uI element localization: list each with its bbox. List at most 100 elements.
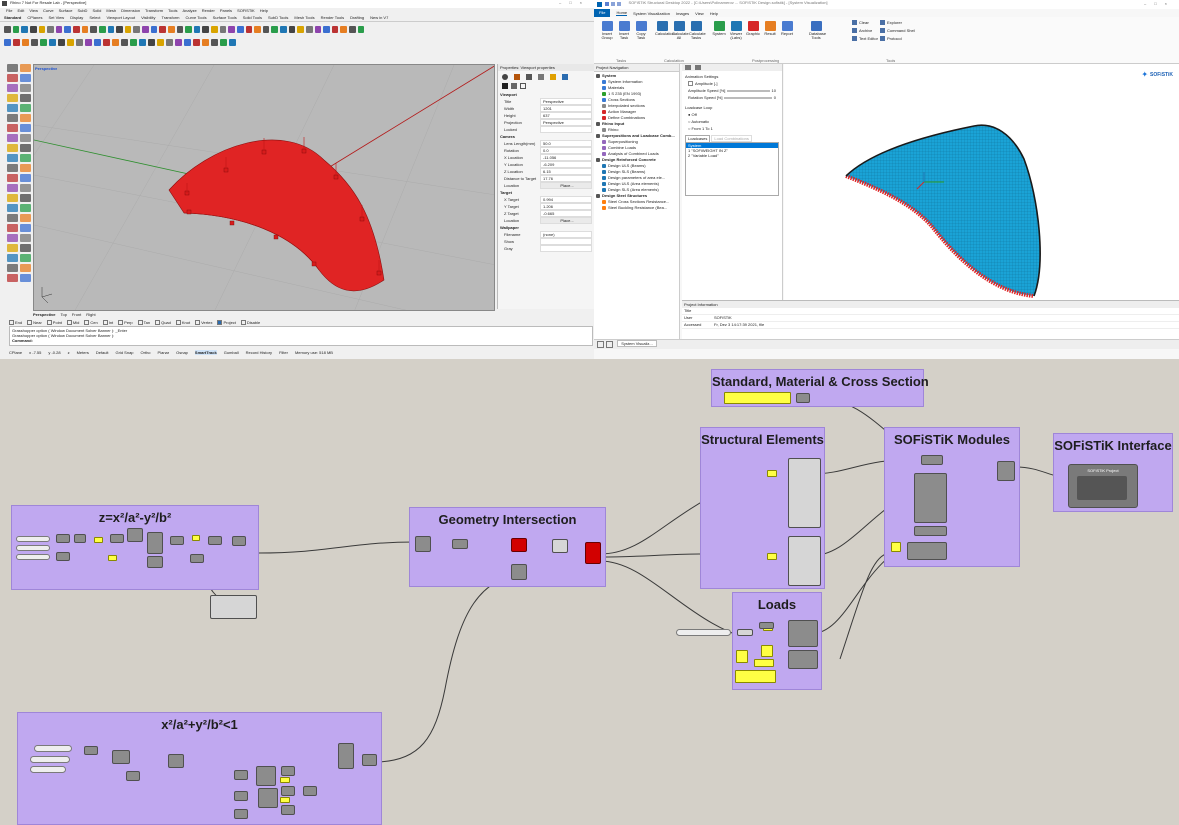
tool-icon[interactable] xyxy=(271,25,278,33)
camera-prop-value[interactable]: 6.15 xyxy=(540,168,592,175)
sofistik-3d-view[interactable]: ✦ SOFiSTiK xyxy=(784,64,1179,300)
tool-icon[interactable] xyxy=(331,25,339,33)
tool-icon[interactable] xyxy=(21,25,28,33)
load-param-5[interactable] xyxy=(735,670,776,683)
amp-speed-slider[interactable] xyxy=(727,89,770,92)
tool-icon[interactable] xyxy=(107,25,115,33)
left-tool-icon[interactable] xyxy=(20,64,31,72)
tree-item-steel-buckling-resistance-bea[interactable]: Steel Buckling Resistance (Bea... xyxy=(596,205,677,211)
left-tool-icon[interactable] xyxy=(7,214,18,222)
menu-transform[interactable]: Transform xyxy=(145,8,163,15)
boundary-node-11[interactable] xyxy=(234,791,248,801)
left-tool-icon[interactable] xyxy=(20,184,31,192)
camera-prop-value[interactable]: -11.056 xyxy=(540,154,592,161)
tool-icon[interactable] xyxy=(58,38,65,46)
boundary-node-10[interactable] xyxy=(234,770,248,780)
left-tool-icon[interactable] xyxy=(20,94,31,102)
osnap-checkbox[interactable] xyxy=(9,320,14,326)
toolbar-tab-subd-tools[interactable]: SubD Tools xyxy=(268,15,288,21)
menu-mesh[interactable]: Mesh xyxy=(106,8,116,15)
status-meters[interactable]: Meters xyxy=(77,350,89,355)
surface-param-1[interactable] xyxy=(94,537,103,543)
left-tool-icon[interactable] xyxy=(20,204,31,212)
tab-load-combinations[interactable]: Load Combinations xyxy=(711,135,752,142)
toolbar-tab-standard[interactable]: Standard xyxy=(4,15,21,21)
left-tool-icon[interactable] xyxy=(20,84,31,92)
toolbar-tab-set-view[interactable]: Set View xyxy=(48,15,64,21)
tool-icon[interactable] xyxy=(202,38,209,46)
boundary-node-6[interactable] xyxy=(258,788,278,808)
menu-solid[interactable]: Solid xyxy=(92,8,101,15)
menu-curve[interactable]: Curve xyxy=(43,8,54,15)
camera-icon[interactable] xyxy=(502,83,508,89)
menu-render[interactable]: Render xyxy=(202,8,215,15)
tool-icon[interactable] xyxy=(175,38,182,46)
slider-a[interactable] xyxy=(16,536,50,542)
ribbon-protocol[interactable]: Protocol xyxy=(880,36,902,41)
menu-edit[interactable]: Edit xyxy=(17,8,24,15)
area-load-component[interactable] xyxy=(788,620,818,647)
wallpaper-prop-value[interactable] xyxy=(540,238,592,245)
camera-prop-value[interactable]: 17.76 xyxy=(540,175,592,182)
geom-node-1[interactable] xyxy=(452,539,468,549)
window-controls-icon[interactable]: –□× xyxy=(559,0,590,5)
tool-icon[interactable] xyxy=(98,25,106,33)
ribbon-explorer[interactable]: Explorer xyxy=(880,20,902,25)
tool-icon[interactable] xyxy=(193,25,201,33)
undo-icon[interactable] xyxy=(611,2,616,6)
surface-preview-panel[interactable] xyxy=(210,595,257,619)
amplitude-row[interactable]: Amplitude [-] xyxy=(682,80,782,87)
status-cplane[interactable]: CPlane xyxy=(9,350,22,355)
status-x-7-55[interactable]: x -7.55 xyxy=(29,350,41,355)
tool-icon[interactable] xyxy=(31,38,38,46)
toolbar-tab-solid-tools[interactable]: Solid Tools xyxy=(243,15,262,21)
status-memory-use-518-mb[interactable]: Memory use: 518 MB xyxy=(295,350,333,355)
ribbon-system[interactable]: System xyxy=(712,21,726,36)
tool-icon[interactable] xyxy=(193,38,200,46)
left-tool-icon[interactable] xyxy=(7,174,18,182)
left-tool-icon[interactable] xyxy=(7,274,18,282)
tool-icon[interactable] xyxy=(22,38,29,46)
viewport-tab-top[interactable]: Top xyxy=(60,312,66,318)
rot-speed-value[interactable]: 0 xyxy=(774,95,776,100)
tool-icon[interactable] xyxy=(211,38,218,46)
boundary-node-13[interactable] xyxy=(303,786,317,796)
left-tool-icon[interactable] xyxy=(7,194,18,202)
menu-subd[interactable]: SubD xyxy=(77,8,87,15)
toolbar-tab-transform[interactable]: Transform xyxy=(161,15,179,21)
tool-icon[interactable] xyxy=(184,38,191,46)
tool-icon[interactable] xyxy=(90,25,97,33)
slider-c[interactable] xyxy=(16,554,50,560)
tool-icon[interactable] xyxy=(4,38,11,46)
target-prop-value[interactable]: 0.994 xyxy=(540,196,592,203)
module-component-1[interactable] xyxy=(921,455,943,465)
viewport-tab-perspective[interactable]: Perspective xyxy=(33,312,55,318)
projinfo-value[interactable]: Fr, Dez 3 14:17:39 2021, file xyxy=(714,322,764,328)
sofi-tab-file[interactable]: File xyxy=(594,9,611,17)
tool-icon[interactable] xyxy=(94,38,101,46)
list-icon[interactable] xyxy=(685,65,691,70)
left-tool-icon[interactable] xyxy=(20,114,31,122)
viewport-prop-value[interactable]: Perspective xyxy=(540,119,592,126)
status-filter[interactable]: Filter xyxy=(279,350,288,355)
left-tool-icon[interactable] xyxy=(20,274,31,282)
tool-icon[interactable] xyxy=(76,38,83,46)
view-toggle-icon[interactable] xyxy=(597,341,604,348)
osnap-checkbox[interactable] xyxy=(195,320,201,326)
left-tool-icon[interactable] xyxy=(7,84,18,92)
left-tool-icon[interactable] xyxy=(20,234,31,242)
ribbon-calculate-tasks[interactable]: Calculate Tasks xyxy=(689,21,706,40)
load-param-4[interactable] xyxy=(754,659,774,667)
tool-icon[interactable] xyxy=(40,38,47,46)
viewport-prop-value[interactable]: 637 xyxy=(540,112,592,119)
tool-icon[interactable] xyxy=(314,25,322,33)
module-component-4[interactable] xyxy=(907,542,947,560)
boundary-node-3[interactable] xyxy=(126,771,140,781)
status-record-history[interactable]: Record History xyxy=(246,350,272,355)
left-tool-icon[interactable] xyxy=(20,134,31,142)
load-slider[interactable] xyxy=(676,629,731,636)
boundary-node-1[interactable] xyxy=(84,746,98,755)
status-planar[interactable]: Planar xyxy=(158,350,170,355)
toolbar-tab-viewport-layout[interactable]: Viewport Layout xyxy=(106,15,135,21)
struct-param-1[interactable] xyxy=(767,470,777,477)
